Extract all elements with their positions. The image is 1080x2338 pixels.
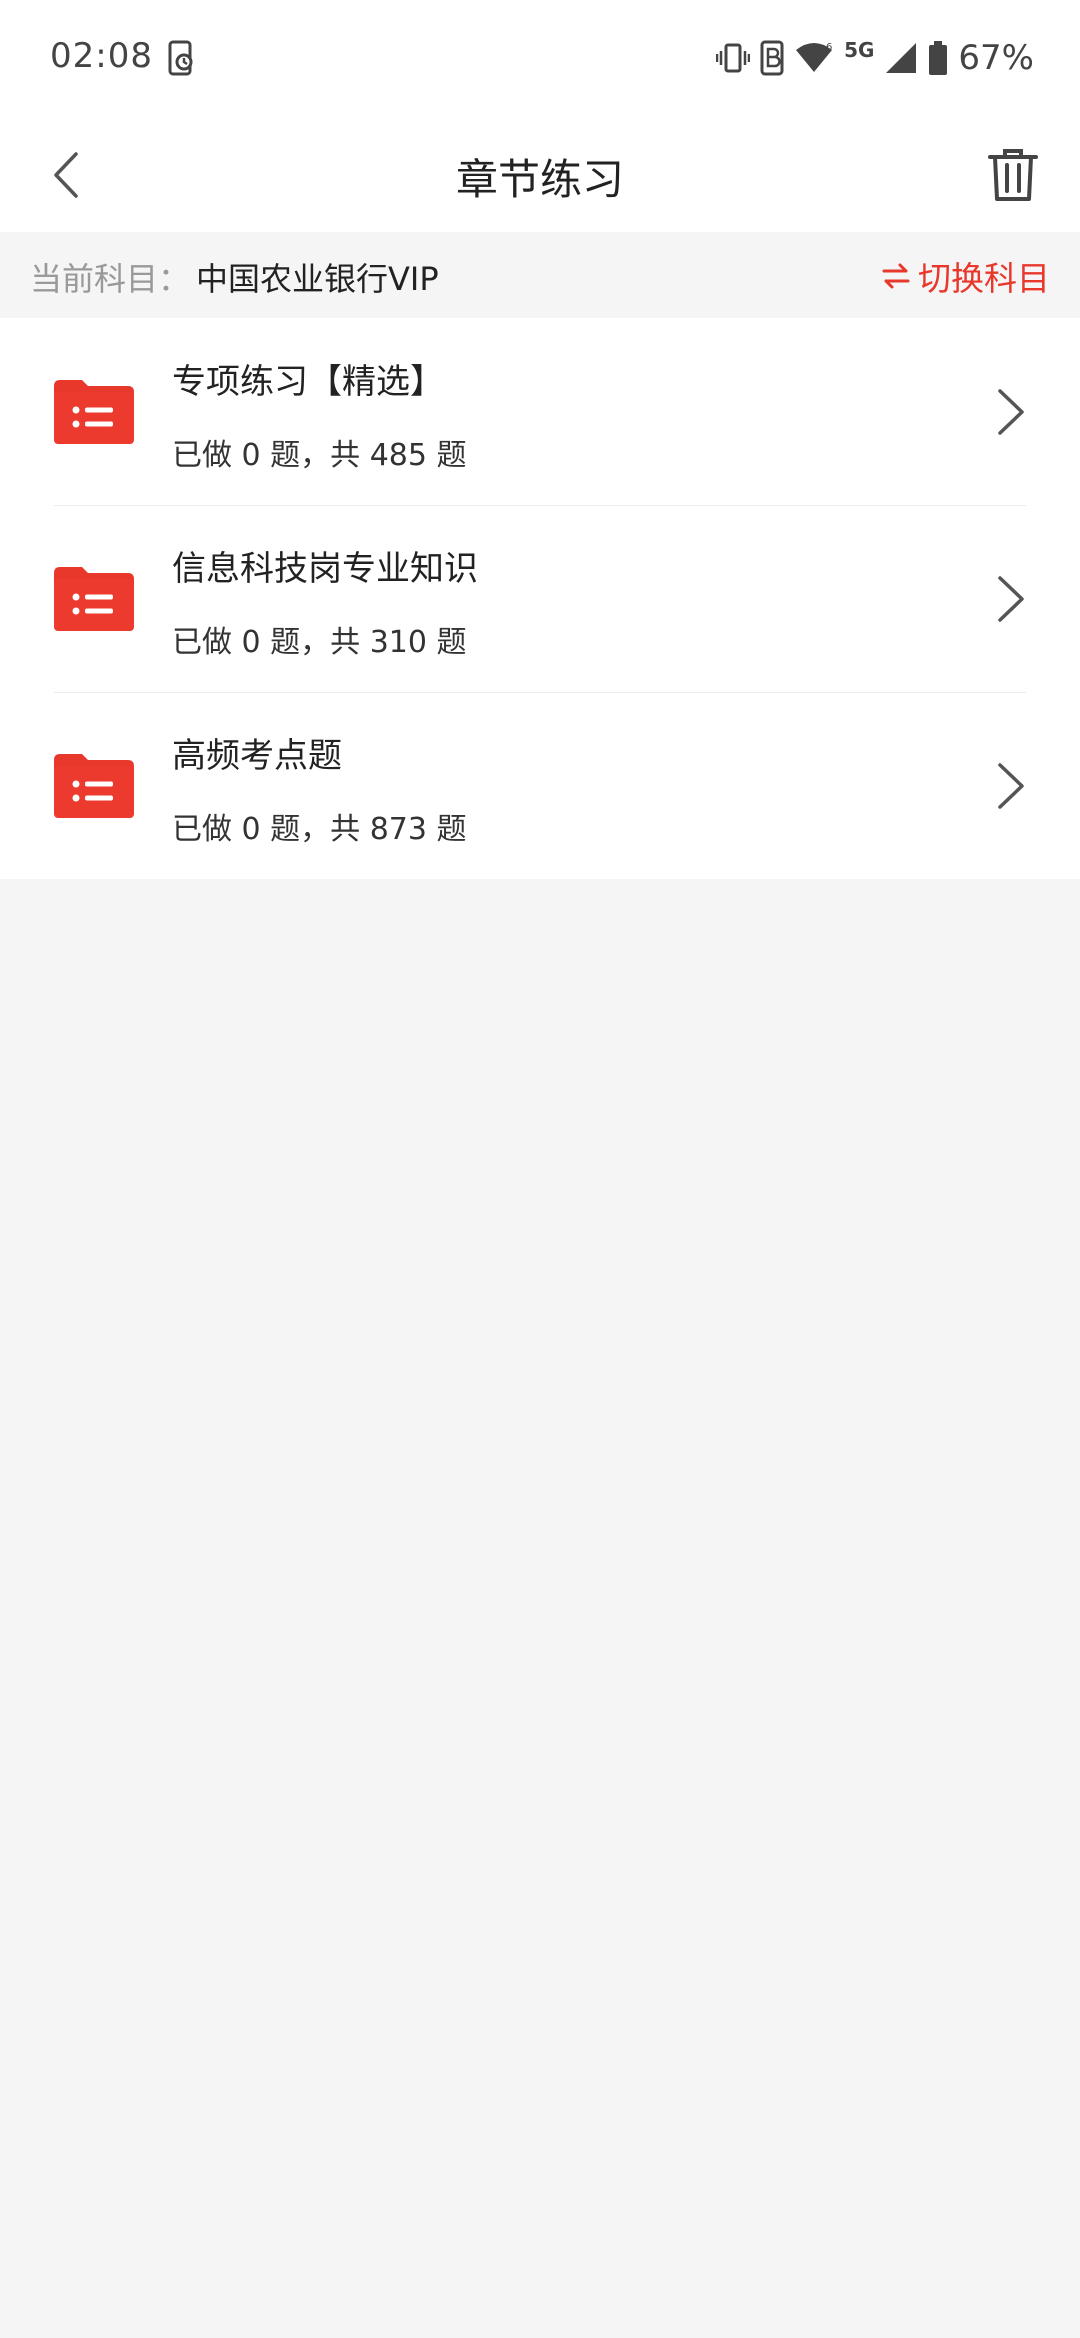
battery-icon (929, 41, 948, 75)
chapter-title: 专项练习【精选】 (172, 362, 444, 402)
chapter-title: 高频考点题 (172, 736, 342, 776)
chapter-title: 信息科技岗专业知识 (172, 549, 478, 589)
chapter-progress: 已做 0 题，共 310 题 (172, 625, 467, 660)
page-title: 章节练习 (455, 155, 624, 204)
subject-value: 中国农业银行VIP (196, 260, 439, 298)
svg-text:6: 6 (826, 42, 832, 53)
chevron-right-icon (998, 763, 1024, 809)
list-item[interactable]: 高频考点题 已做 0 题，共 873 题 (0, 692, 1080, 879)
vibrate-icon (716, 43, 751, 73)
folder-list-icon (54, 754, 134, 818)
battery-level: 67% (958, 38, 1034, 78)
phone-sync-icon (168, 40, 193, 76)
b-badge-icon (760, 40, 784, 76)
status-bar: 02:08 6 5G 67% (0, 0, 1080, 120)
list-item[interactable]: 信息科技岗专业知识 已做 0 题，共 310 题 (0, 505, 1080, 692)
chapter-list: 专项练习【精选】 已做 0 题，共 485 题 信息科技岗专业知识 已做 0 题… (0, 318, 1080, 879)
chevron-right-icon (998, 389, 1024, 435)
wifi-icon: 6 (796, 42, 832, 72)
subject-label: 当前科目： (30, 260, 191, 298)
switch-subject-label: 切换科目 (918, 259, 1050, 298)
folder-list-icon (54, 567, 134, 631)
status-time: 02:08 (50, 36, 153, 76)
list-item[interactable]: 专项练习【精选】 已做 0 题，共 485 题 (0, 318, 1080, 505)
chapter-progress: 已做 0 题，共 873 题 (172, 812, 467, 847)
swap-arrows-icon (882, 263, 910, 289)
header: 章节练习 (0, 120, 1080, 232)
status-icons: 6 5G 67% (716, 38, 1034, 78)
subject-bar: 当前科目： 中国农业银行VIP 切换科目 (0, 232, 1080, 318)
chapter-progress: 已做 0 题，共 485 题 (172, 438, 467, 473)
delete-button[interactable] (976, 138, 1050, 212)
chevron-right-icon (998, 576, 1024, 622)
switch-subject-button[interactable]: 切换科目 (882, 252, 1050, 300)
trash-icon (988, 149, 1038, 201)
signal-icon (886, 43, 917, 73)
network-type: 5G (844, 38, 875, 62)
folder-list-icon (54, 380, 134, 444)
